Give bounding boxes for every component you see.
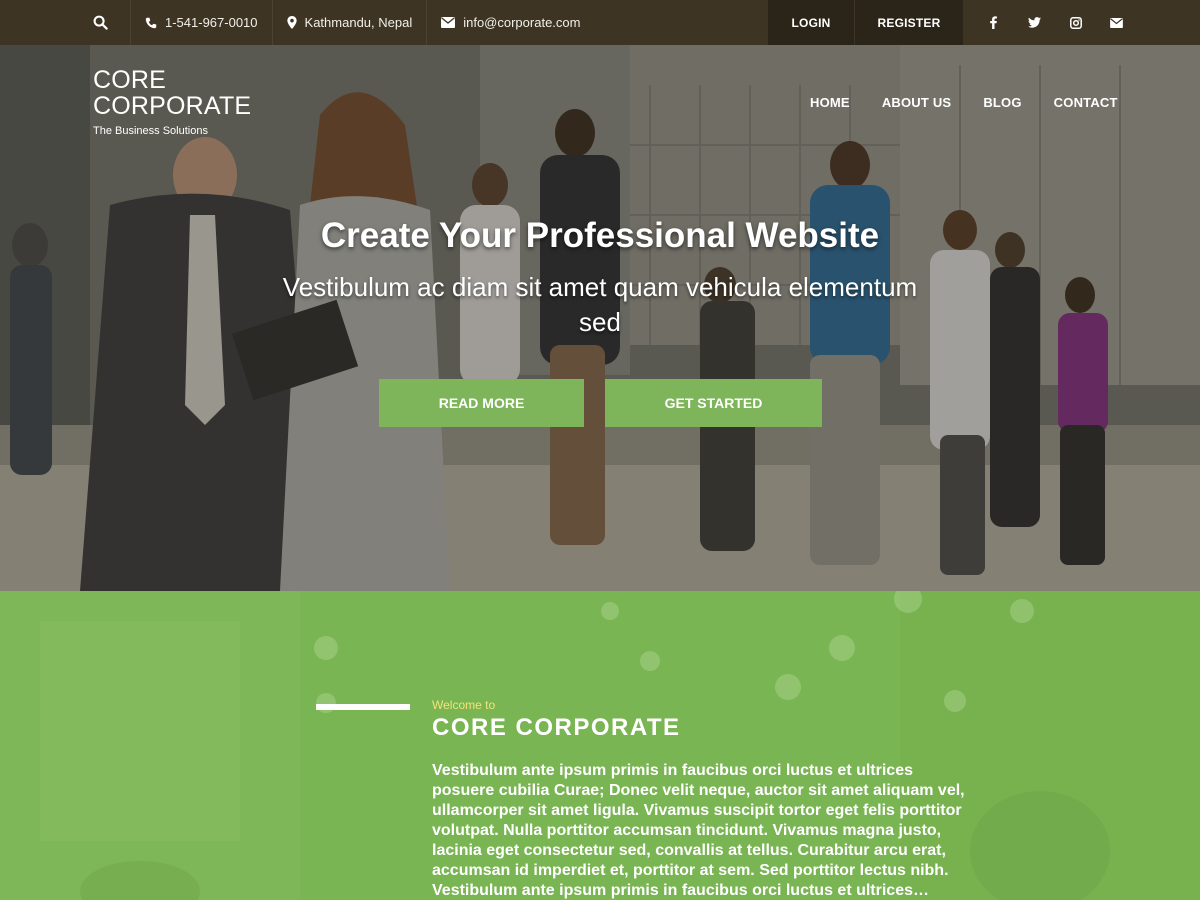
facebook-icon xyxy=(990,16,997,29)
welcome-body-text: Vestibulum ante ipsum primis in faucibus… xyxy=(432,762,965,899)
twitter-icon xyxy=(1028,17,1041,28)
welcome-pretitle: Welcome to xyxy=(432,698,496,712)
welcome-title: CORE CORPORATE xyxy=(432,714,681,741)
phone-icon xyxy=(145,17,157,28)
location-text: Kathmandu, Nepal xyxy=(304,15,413,30)
welcome-divider xyxy=(316,704,410,710)
phone-item[interactable]: 1-541-967-0010 xyxy=(130,0,272,45)
contact-info-bar: 1-541-967-0010 Kathmandu, Nepal info@cor… xyxy=(78,0,594,45)
get-started-button[interactable]: GET STARTED xyxy=(605,379,822,427)
social-links xyxy=(973,0,1137,45)
account-bar: LOGIN REGISTER xyxy=(768,0,1137,45)
facebook-link[interactable] xyxy=(973,0,1014,45)
login-button[interactable]: LOGIN xyxy=(768,0,854,45)
search-button[interactable] xyxy=(78,0,130,45)
email-item[interactable]: info@corporate.com xyxy=(426,0,594,45)
logo-tagline: The Business Solutions xyxy=(93,125,208,137)
hero-section: CORE CORPORATE The Business Solutions HO… xyxy=(0,45,1200,591)
nav-home[interactable]: HOME xyxy=(794,95,866,110)
location-item: Kathmandu, Nepal xyxy=(271,0,427,45)
logo-line-2: CORPORATE xyxy=(93,92,252,120)
hero-subtitle: Vestibulum ac diam sit amet quam vehicul… xyxy=(282,272,918,337)
phone-number: 1-541-967-0010 xyxy=(165,15,258,30)
logo-line-1: CORE xyxy=(93,66,167,94)
search-icon xyxy=(93,15,108,30)
read-more-button[interactable]: READ MORE xyxy=(379,379,584,427)
nav-about-us[interactable]: ABOUT US xyxy=(866,95,968,110)
instagram-link[interactable] xyxy=(1055,0,1096,45)
welcome-section: Welcome to CORE CORPORATE Vestibulum ant… xyxy=(0,591,1200,900)
site-logo[interactable]: CORE CORPORATE The Business Solutions xyxy=(93,67,251,137)
nav-blog[interactable]: BLOG xyxy=(967,95,1037,110)
instagram-icon xyxy=(1069,16,1082,29)
email-address: info@corporate.com xyxy=(463,15,581,30)
hero-title: Create Your Professional Website xyxy=(320,216,880,255)
main-navigation: HOME ABOUT US BLOG CONTACT xyxy=(794,95,1134,110)
map-marker-icon xyxy=(286,16,297,29)
top-bar: 1-541-967-0010 Kathmandu, Nepal info@cor… xyxy=(0,0,1200,45)
envelope-icon xyxy=(441,17,456,28)
nav-contact[interactable]: CONTACT xyxy=(1038,95,1134,110)
envelope-icon xyxy=(1110,17,1123,28)
mail-link[interactable] xyxy=(1096,0,1137,45)
twitter-link[interactable] xyxy=(1014,0,1055,45)
register-button[interactable]: REGISTER xyxy=(855,0,963,45)
